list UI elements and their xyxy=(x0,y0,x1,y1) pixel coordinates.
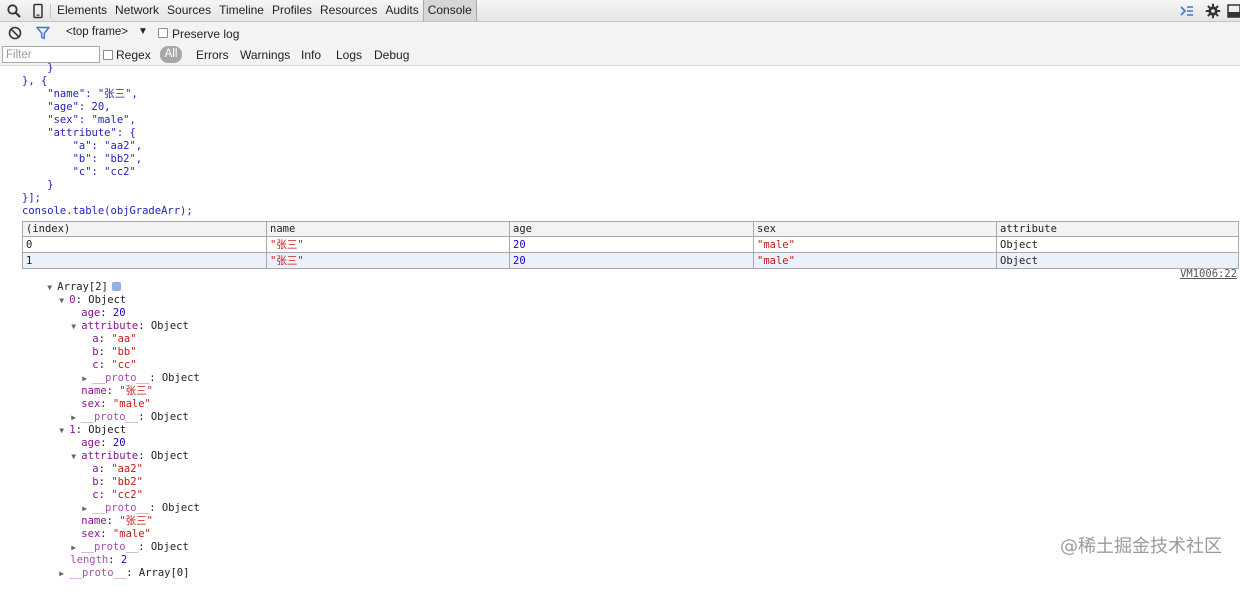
tree-property: c: "cc" xyxy=(92,359,137,371)
tree-node[interactable]: ▼ attribute: Object xyxy=(46,307,189,332)
level-errors-button[interactable]: Errors xyxy=(196,48,229,62)
code-line: "name": "张三", xyxy=(22,88,138,100)
frame-selector[interactable]: <top frame> xyxy=(66,26,128,38)
table-row: 1 "张三" 20 "male" Object xyxy=(22,252,1239,269)
device-mode-icon[interactable] xyxy=(30,3,46,19)
devtools-tab-bar: Elements Network Sources Timeline Profil… xyxy=(0,0,1240,22)
code-line: } xyxy=(22,62,54,74)
level-warnings-button[interactable]: Warnings xyxy=(240,48,290,62)
tree-node[interactable]: ▼ 0: Object xyxy=(34,281,126,306)
level-logs-button[interactable]: Logs xyxy=(336,48,362,62)
gear-icon[interactable] xyxy=(1205,3,1221,19)
tree-property: c: "cc2" xyxy=(92,489,143,501)
regex-label: Regex xyxy=(116,48,151,62)
tree-node[interactable]: ▶ __proto__: Object xyxy=(46,398,189,423)
table-cell: "张三" xyxy=(266,252,510,269)
tree-property: name: "张三" xyxy=(81,515,153,527)
tree-property: b: "bb" xyxy=(92,346,137,358)
table-cell: "male" xyxy=(753,252,997,269)
panel-tabs: Elements Network Sources Timeline Profil… xyxy=(53,0,477,21)
tree-property: sex: "male" xyxy=(81,528,151,540)
dock-icon[interactable] xyxy=(1226,3,1240,19)
table-row: 0 "张三" 20 "male" Object xyxy=(22,236,1239,253)
table-cell: Object xyxy=(996,236,1239,253)
tree-property: age: 20 xyxy=(81,307,126,319)
collapsed-triangle-icon[interactable]: ▶ xyxy=(59,567,69,580)
code-line: }]; xyxy=(22,192,41,204)
code-line: "b": "bb2", xyxy=(22,153,143,165)
source-link[interactable]: VM1006:22 xyxy=(1180,268,1237,280)
toolbar-divider xyxy=(50,4,51,18)
tree-property: name: "张三" xyxy=(81,385,153,397)
search-icon[interactable] xyxy=(6,3,22,19)
level-debug-button[interactable]: Debug xyxy=(374,48,409,62)
tree-node[interactable]: ▶ __proto__: Object xyxy=(57,359,200,384)
tree-property: length: 2 xyxy=(70,554,128,566)
table-header[interactable]: attribute xyxy=(996,221,1239,237)
tree-property: a: "aa" xyxy=(92,333,137,345)
console-table: (index) name age sex attribute 0 "张三" 20… xyxy=(22,221,1239,269)
tab-profiles[interactable]: Profiles xyxy=(268,0,316,21)
code-line: "age": 20, xyxy=(22,101,111,113)
tab-console[interactable]: Console xyxy=(422,0,477,21)
clear-console-icon[interactable] xyxy=(7,25,23,41)
tree-node[interactable]: ▼ 1: Object xyxy=(34,411,126,436)
tree-property: age: 20 xyxy=(81,437,126,449)
tree-root[interactable]: ▼ Array[2] xyxy=(22,268,121,293)
table-header[interactable]: age xyxy=(509,221,754,237)
regex-checkbox[interactable] xyxy=(103,50,113,60)
table-header[interactable]: sex xyxy=(753,221,997,237)
console-toolbar: <top frame> ▼ Preserve log xyxy=(0,22,1240,44)
code-line: "c": "cc2" xyxy=(22,166,136,178)
code-line: console.table(objGradeArr); xyxy=(22,205,193,217)
table-cell: "张三" xyxy=(266,236,510,253)
tab-network[interactable]: Network xyxy=(111,0,163,21)
table-cell: 0 xyxy=(22,236,267,253)
table-header[interactable]: (index) xyxy=(22,221,267,237)
table-cell: 20 xyxy=(509,236,754,253)
tab-elements[interactable]: Elements xyxy=(53,0,111,21)
code-line: }, { xyxy=(22,75,48,87)
table-cell: Object xyxy=(996,252,1239,269)
code-line: "sex": "male", xyxy=(22,114,136,126)
preserve-log-checkbox[interactable] xyxy=(158,28,168,38)
tree-property: b: "bb2" xyxy=(92,476,143,488)
tree-property: a: "aa2" xyxy=(92,463,143,475)
dropdown-arrow-icon[interactable]: ▼ xyxy=(138,26,148,37)
tree-node[interactable]: ▶ __proto__: Object xyxy=(46,528,189,553)
preserve-log-label: Preserve log xyxy=(172,27,240,41)
table-header[interactable]: name xyxy=(266,221,510,237)
code-line: "attribute": { xyxy=(22,127,136,139)
filter-icon[interactable] xyxy=(35,25,51,41)
tab-sources[interactable]: Sources xyxy=(163,0,215,21)
level-info-button[interactable]: Info xyxy=(301,48,321,62)
drawer-icon[interactable] xyxy=(1179,3,1195,19)
table-header-row: (index) name age sex attribute xyxy=(22,221,1239,237)
filter-input[interactable] xyxy=(2,46,100,63)
table-cell: 20 xyxy=(509,252,754,269)
code-line: } xyxy=(22,179,54,191)
table-cell: "male" xyxy=(753,236,997,253)
tab-audits[interactable]: Audits xyxy=(381,0,422,21)
tree-node[interactable]: ▶ __proto__: Object xyxy=(57,489,200,514)
tab-resources[interactable]: Resources xyxy=(316,0,381,21)
console-filter-bar: Regex All Errors Warnings Info Logs Debu… xyxy=(0,44,1240,66)
tree-node[interactable]: ▼ attribute: Object xyxy=(46,437,189,462)
level-all-button[interactable]: All xyxy=(160,46,182,63)
code-line: "a": "aa2", xyxy=(22,140,143,152)
watermark: @稀土掘金技术社区 xyxy=(1060,536,1222,557)
tree-property: sex: "male" xyxy=(81,398,151,410)
tab-timeline[interactable]: Timeline xyxy=(215,0,268,21)
table-cell: 1 xyxy=(22,252,267,269)
tree-node[interactable]: ▶ __proto__: Array[0] xyxy=(34,554,189,579)
